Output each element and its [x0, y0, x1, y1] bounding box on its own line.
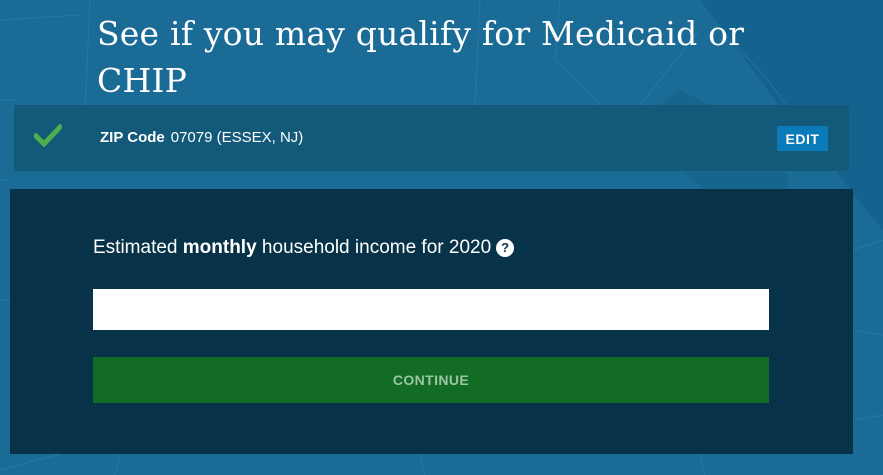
income-form-panel: Estimated monthly household income for 2…: [10, 189, 853, 454]
question-circle-icon[interactable]: ?: [496, 239, 515, 257]
checkmark-icon: [34, 123, 62, 147]
zip-code-summary: ZIP Code 07079 (ESSEX, NJ) EDIT: [14, 105, 849, 171]
income-question-label: Estimated monthly household income for 2…: [93, 236, 515, 260]
income-label-emphasis: monthly: [182, 237, 257, 258]
zip-code-value: 07079 (ESSEX, NJ): [170, 129, 304, 146]
zip-code-label: ZIP Code: [100, 129, 165, 146]
edit-button[interactable]: EDIT: [777, 126, 828, 151]
zip-code-text: ZIP Code 07079 (ESSEX, NJ): [100, 128, 303, 148]
income-label-prefix: Estimated: [93, 237, 183, 258]
page-title: See if you may qualify for Medicaid or C…: [97, 14, 745, 100]
continue-button[interactable]: CONTINUE: [93, 357, 769, 403]
income-label-suffix: household income for 2020: [256, 237, 492, 258]
monthly-income-input[interactable]: [93, 289, 769, 330]
